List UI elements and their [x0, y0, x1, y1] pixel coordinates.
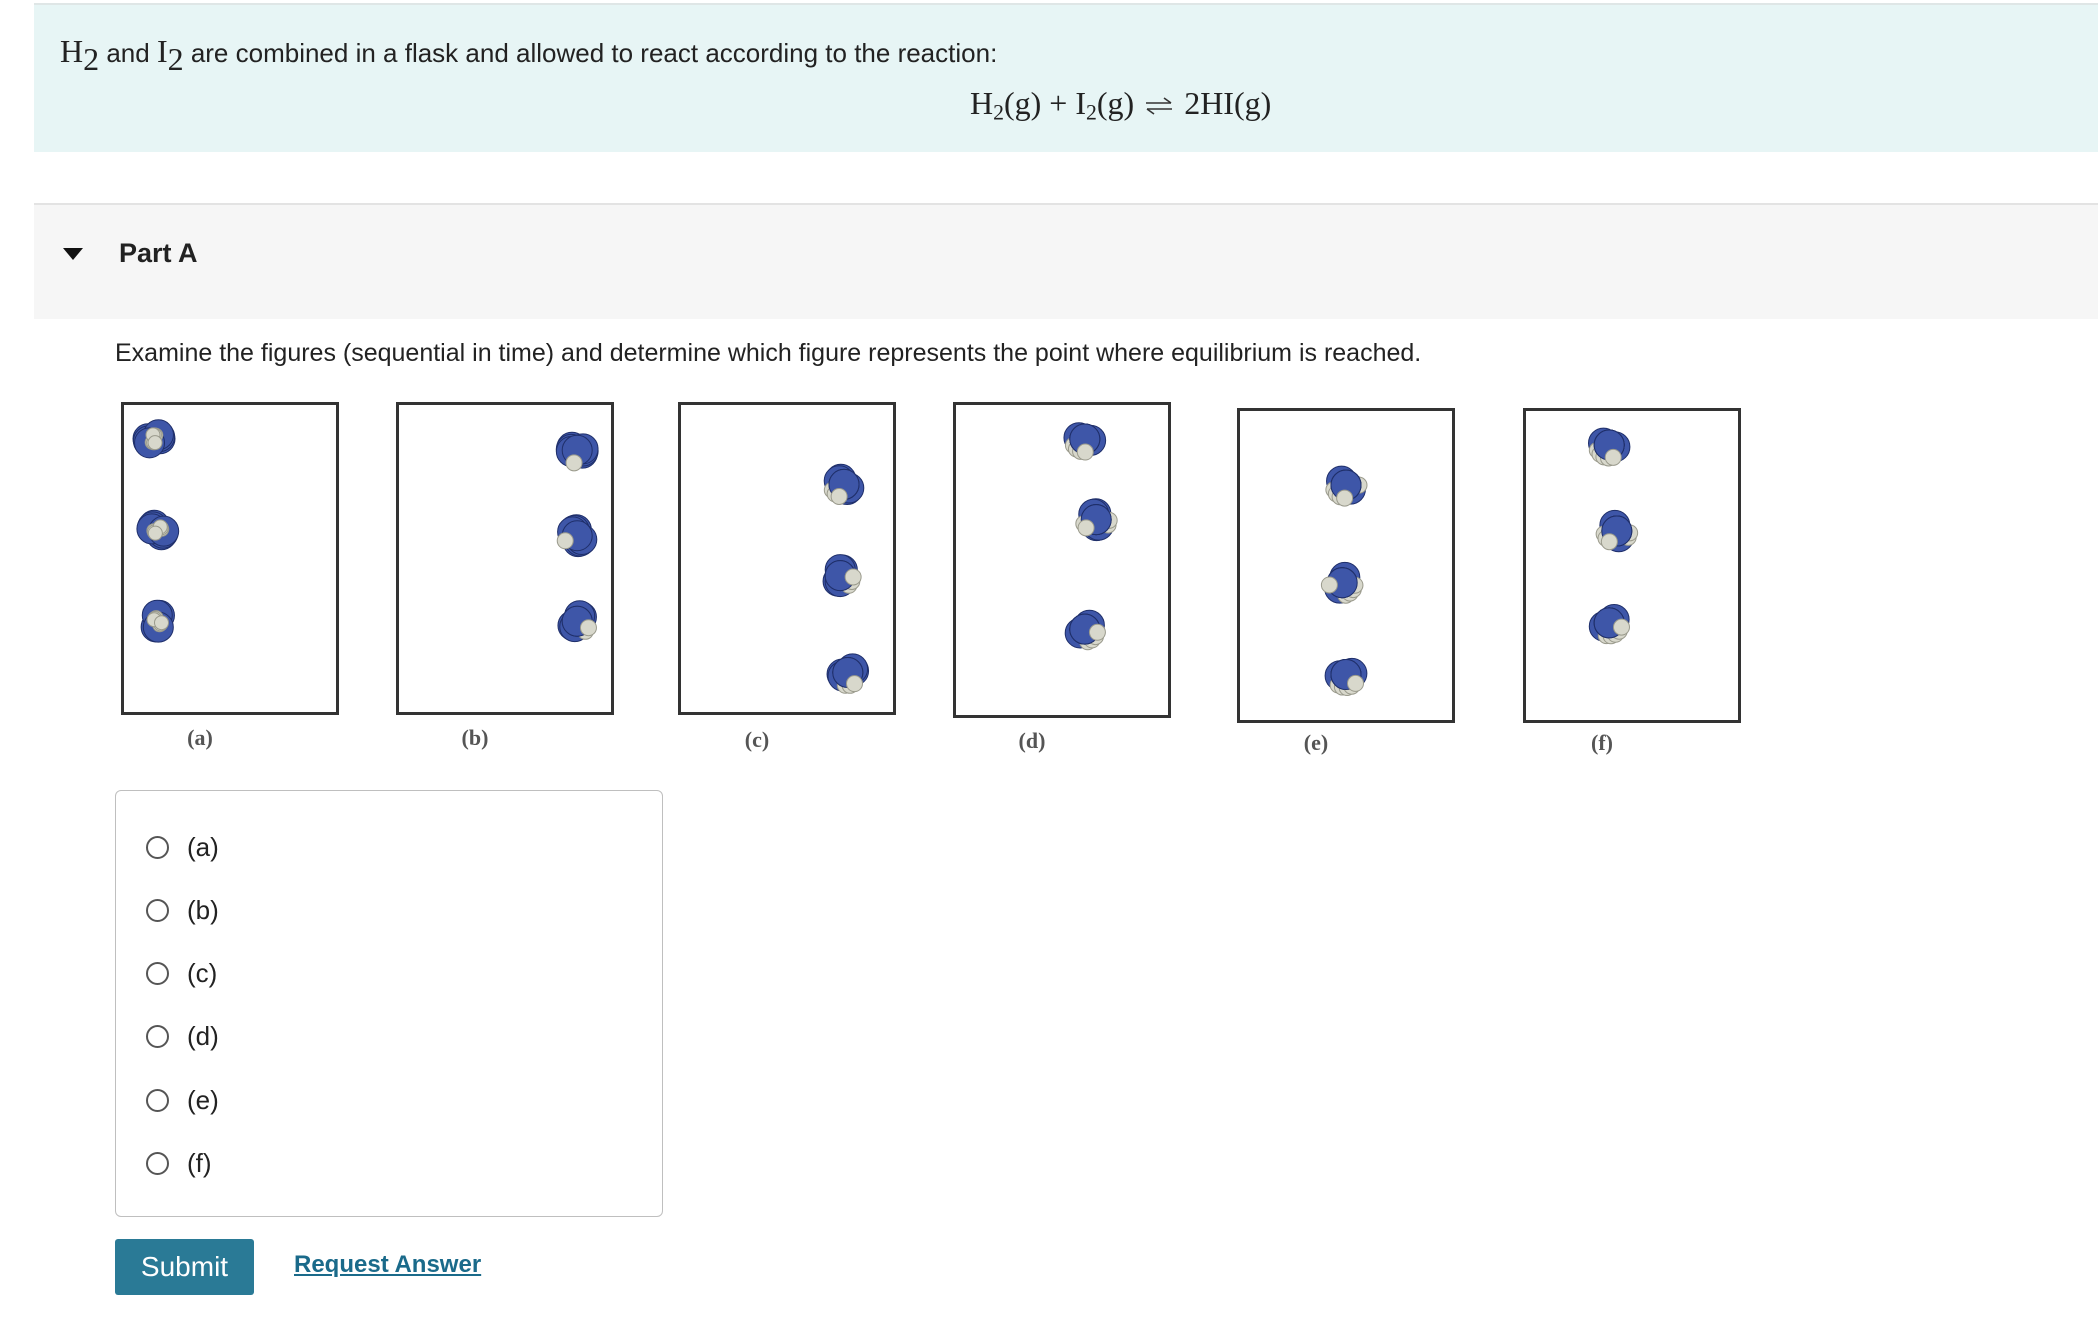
option-label[interactable]: (d) — [187, 1021, 219, 1052]
option-label[interactable]: (f) — [187, 1148, 212, 1179]
hydrogen-atom — [830, 487, 848, 505]
answer-option[interactable]: (c) — [146, 956, 217, 990]
hydrogen-atom — [844, 568, 862, 586]
question-text: Examine the figures (sequential in time)… — [115, 339, 1422, 367]
figure-panel — [1237, 408, 1455, 723]
figure-panel — [953, 402, 1171, 718]
figure-label: (e) — [1303, 730, 1329, 755]
radio-button[interactable] — [146, 1151, 169, 1175]
hydrogen-atom — [556, 532, 574, 550]
hydrogen-atom — [1600, 533, 1618, 551]
flask-diagram — [1237, 408, 1455, 723]
figure-label: (f) — [1591, 730, 1613, 755]
flask-diagram — [1523, 408, 1741, 723]
submit-button[interactable]: Submit — [115, 1239, 254, 1295]
hydrogen-atom — [1088, 623, 1106, 641]
figure-panel — [396, 402, 614, 715]
answer-choices: (a) (b) (c) (d) (e) (f) — [115, 790, 663, 1217]
answer-option[interactable]: (f) — [146, 1146, 212, 1180]
option-label[interactable]: (c) — [187, 958, 217, 989]
part-title[interactable]: Part A — [119, 238, 198, 269]
option-label[interactable]: (e) — [187, 1085, 219, 1116]
hydrogen-atom — [1320, 576, 1338, 594]
hydrogen-atom — [1347, 674, 1365, 692]
flask-diagram — [121, 402, 339, 715]
figure-panel — [121, 402, 339, 715]
option-label[interactable]: (b) — [187, 895, 219, 926]
hydrogen-atom — [147, 435, 163, 451]
hydrogen-atom — [579, 619, 597, 637]
hydrogen-atom — [1077, 519, 1095, 537]
answer-option[interactable]: (d) — [146, 1019, 219, 1053]
radio-button[interactable] — [146, 961, 169, 985]
radio-button[interactable] — [146, 898, 169, 922]
flask-border — [1523, 408, 1741, 723]
answer-option[interactable]: (b) — [146, 893, 219, 927]
part-a-header[interactable]: Part A — [34, 203, 2098, 319]
answer-option[interactable]: (e) — [146, 1083, 219, 1117]
hydrogen-atom — [154, 615, 170, 631]
figure-panel — [678, 402, 896, 715]
equilibrium-arrow-icon — [1146, 97, 1173, 115]
hydrogen-atom — [147, 525, 163, 541]
figure-label: (d) — [1018, 728, 1046, 753]
request-answer-link[interactable]: Request Answer — [294, 1251, 481, 1279]
hydrogen-atom — [1336, 489, 1354, 507]
figure-label: (c) — [744, 727, 770, 752]
option-label[interactable]: (a) — [187, 832, 219, 863]
hydrogen-atom — [1604, 448, 1622, 466]
flask-diagram — [953, 402, 1171, 718]
intro-text: H2 and I2 are combined in a flask and al… — [60, 33, 998, 77]
flask-border — [953, 402, 1171, 718]
flask-diagram — [678, 402, 896, 715]
figure-panel — [1523, 408, 1741, 723]
flask-diagram — [396, 402, 614, 715]
hydrogen-atom — [565, 454, 583, 472]
hydrogen-atom — [1076, 443, 1094, 461]
radio-button[interactable] — [146, 1024, 169, 1048]
figure-label: (a) — [187, 725, 213, 750]
hydrogen-atom — [1612, 618, 1630, 636]
answer-option[interactable]: (a) — [146, 830, 219, 864]
reaction-equation: H2(g) + I2(g) 2HI(g) — [970, 85, 1272, 125]
problem-intro: H2 and I2 are combined in a flask and al… — [34, 3, 2098, 152]
triangle-down-icon[interactable] — [62, 247, 84, 261]
hydrogen-atom — [845, 675, 863, 693]
figure-label: (b) — [461, 725, 489, 750]
radio-button[interactable] — [146, 1088, 169, 1112]
radio-button[interactable] — [146, 835, 169, 859]
